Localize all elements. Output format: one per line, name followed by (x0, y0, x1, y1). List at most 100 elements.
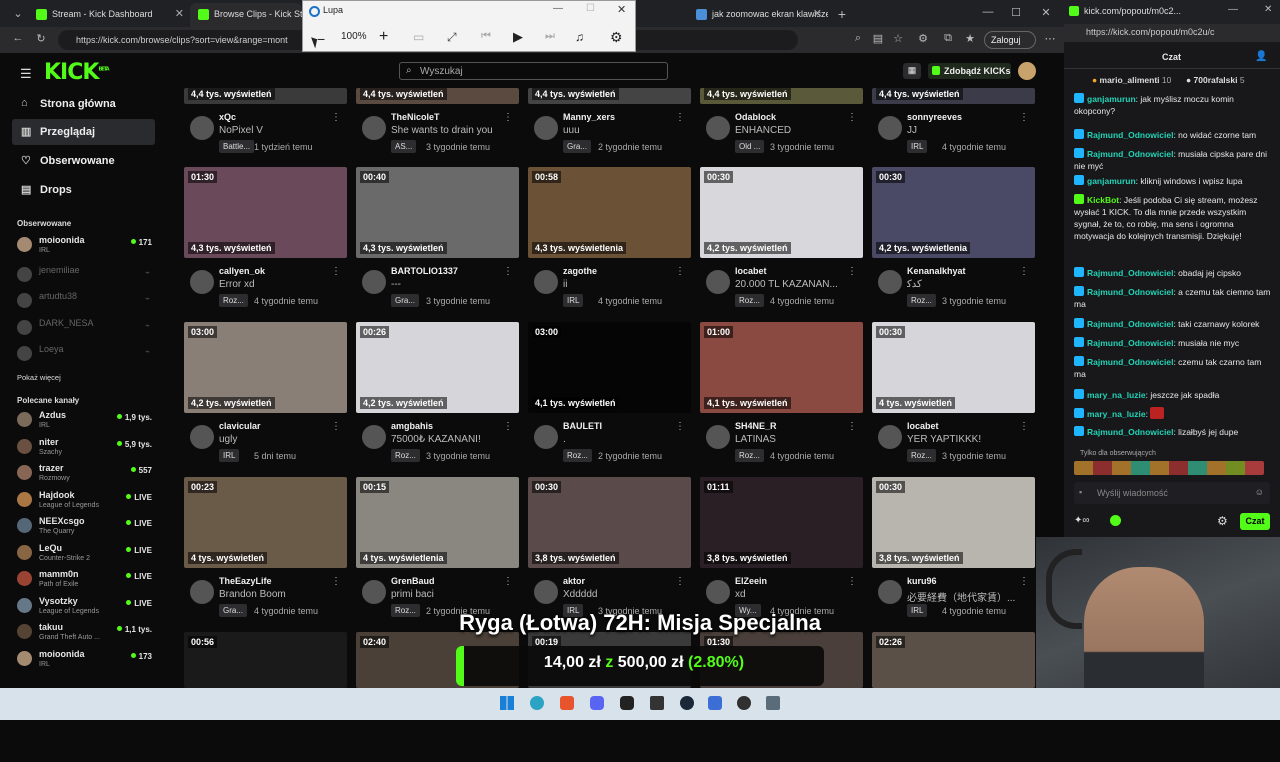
clip-thumbnail[interactable]: 00:30 3,8 tys. wyświetleń (528, 477, 691, 568)
clip-channel-name[interactable]: Odablock (735, 112, 776, 122)
clip-channel-name[interactable]: kuru96 (907, 576, 937, 586)
clip-thumbnail[interactable]: 4,4 tys. wyświetleń (872, 88, 1035, 104)
clip-channel-name[interactable]: xQc (219, 112, 236, 122)
clip-title[interactable]: Brandon Boom (219, 589, 339, 600)
reload-icon[interactable]: ↻ (33, 32, 49, 48)
send-chat-button[interactable]: Czat (1240, 513, 1270, 530)
chat-username[interactable]: ganjamurun (1087, 176, 1136, 186)
avatar[interactable] (878, 116, 902, 140)
discord-icon[interactable] (590, 696, 604, 710)
nav-drops[interactable]: ▤ Drops (12, 177, 155, 203)
clip-channel-name[interactable]: zagothe (563, 266, 597, 276)
clip-category[interactable]: Gra... (391, 294, 420, 307)
clip-title[interactable]: --- (391, 279, 511, 290)
followed-channel[interactable]: DARK_NESA ⌁ (17, 318, 152, 342)
clip-title[interactable]: LATINAS (735, 434, 855, 445)
avatar[interactable] (362, 425, 386, 449)
clip-thumbnail[interactable]: 00:56 (184, 632, 347, 688)
clip-title[interactable]: 必要経費（地代家賃）... (907, 589, 1027, 604)
more-options-icon[interactable]: ⋮ (331, 112, 341, 123)
clip-title[interactable]: NoPixel V (219, 125, 339, 136)
clip-thumbnail[interactable]: 00:23 4 tys. wyświetleń (184, 477, 347, 568)
clip-thumbnail[interactable]: 00:30 4,2 tys. wyświetlenia (872, 167, 1035, 258)
more-options-icon[interactable]: ⋮ (847, 576, 857, 587)
clip-card[interactable]: 01:00 4,1 tys. wyświetleń SH4NE_R ⋮ LATINAS R… (700, 322, 863, 462)
chat-url[interactable]: https://kick.com/popout/m0c2u/c (1086, 27, 1215, 37)
clip-card[interactable]: 00:23 4 tys. wyświetleń TheEazyLife ⋮ Brando… (184, 477, 347, 617)
more-options-icon[interactable]: ⋮ (847, 266, 857, 277)
user-avatar[interactable] (1018, 62, 1036, 80)
more-options-icon[interactable]: ⋮ (331, 421, 341, 432)
clip-card[interactable]: 03:00 4,1 tys. wyświetleń BAULETI ⋮. Roz... 2… (528, 322, 691, 462)
avatar[interactable] (878, 425, 902, 449)
close-icon[interactable]: ✕ (617, 3, 626, 16)
more-options-icon[interactable]: ⋮ (675, 112, 685, 123)
users-icon[interactable]: 👤 (1255, 51, 1267, 62)
search-input[interactable]: ⌕ Wyszukaj (399, 62, 668, 80)
more-menu-icon[interactable]: ⋯ (1042, 32, 1058, 48)
clip-card[interactable]: 00:30 3,8 tys. wyświetleń aktor ⋮ Xddddd IRL 3… (528, 477, 691, 617)
clip-channel-name[interactable]: locabet (735, 266, 767, 276)
clip-channel-name[interactable]: GrenBaud (391, 576, 435, 586)
clip-category[interactable]: IRL (563, 294, 584, 307)
recommended-channel[interactable]: Vysotzky League of Legends LIVE (17, 596, 152, 620)
chat-username[interactable]: Rajmund_Odnowiciel (1087, 268, 1173, 278)
clip-channel-name[interactable]: locabet (907, 421, 939, 431)
minimize-icon[interactable]: — (1228, 4, 1238, 15)
clip-channel-name[interactable]: clavicular (219, 421, 261, 431)
followed-channel[interactable]: jenemiliae ⌁ (17, 265, 152, 289)
clip-thumbnail[interactable]: 00:30 3,8 tys. wyświetleń (872, 477, 1035, 568)
tab-menu-icon[interactable]: ⌄ (10, 7, 26, 23)
avatar[interactable] (190, 116, 214, 140)
chat-username[interactable]: mary_na_luzie (1087, 409, 1146, 419)
clip-title[interactable]: YER YAPTIKKK! (907, 434, 1027, 445)
read-from-here-icon[interactable]: ♫ (575, 30, 584, 44)
avatar[interactable] (878, 580, 902, 604)
chat-username[interactable]: Rajmund_Odnowiciel (1087, 130, 1173, 140)
clip-card[interactable]: 01:30 4,3 tys. wyświetleń callyen_ok ⋮ Error… (184, 167, 347, 307)
more-options-icon[interactable]: ⋮ (675, 266, 685, 277)
more-options-icon[interactable]: ⋮ (847, 112, 857, 123)
more-options-icon[interactable]: ⋮ (1019, 266, 1029, 277)
clip-card[interactable]: 01:11 3,8 tys. wyświetleń ElZeein ⋮ xd Wy... 4… (700, 477, 863, 617)
more-options-icon[interactable]: ⋮ (503, 421, 513, 432)
kick-chat-icon[interactable] (1110, 515, 1121, 526)
favorite-icon[interactable]: ☆ (890, 32, 906, 48)
close-tab-icon[interactable]: ✕ (175, 7, 184, 20)
clip-thumbnail[interactable]: 01:11 3,8 tys. wyświetleń (700, 477, 863, 568)
show-more-link[interactable]: Pokaż więcej (17, 373, 61, 382)
recommended-channel[interactable]: moioonida IRL 173 (17, 649, 152, 673)
kick-logo[interactable]: KICKBETA (44, 60, 110, 85)
clip-category[interactable]: Roz... (391, 604, 420, 617)
clip-title[interactable]: She wants to drain you (391, 125, 511, 136)
obs-icon[interactable] (737, 696, 751, 710)
avatar[interactable] (362, 270, 386, 294)
more-options-icon[interactable]: ⋮ (1019, 421, 1029, 432)
clip-category[interactable]: Roz... (907, 294, 936, 307)
chat-username[interactable]: Rajmund_Odnowiciel (1087, 427, 1173, 437)
avatar[interactable] (706, 116, 730, 140)
recommended-channel[interactable]: Hajdook League of Legends LIVE (17, 490, 152, 514)
chat-username[interactable]: Rajmund_Odnowiciel (1087, 319, 1173, 329)
recommended-channel[interactable]: Azdus IRL 1,9 tys. (17, 410, 152, 434)
more-options-icon[interactable]: ⋮ (331, 266, 341, 277)
minimize-icon[interactable]: — (980, 6, 996, 22)
nav-following[interactable]: ♡ Obserwowane (12, 148, 155, 174)
nav-browse[interactable]: ▥ Przeglądaj (12, 119, 155, 145)
clip-category[interactable]: Roz... (391, 449, 420, 462)
clip-channel-name[interactable]: Kenanalkhyat (907, 266, 966, 276)
clip-thumbnail[interactable]: 00:30 4,2 tys. wyświetleń (700, 167, 863, 258)
clip-title[interactable]: . (563, 434, 683, 445)
clip-category[interactable]: Gra... (563, 140, 592, 153)
collections-icon[interactable]: ⧉ (940, 32, 956, 48)
clip-card[interactable]: 00:40 4,3 tys. wyświetleń BARTOLIO1337 ⋮ ---… (356, 167, 519, 307)
recommended-channel[interactable]: takuu Grand Theft Auto ... 1,1 tys. (17, 622, 152, 646)
clip-title[interactable]: JJ (907, 125, 1027, 136)
clip-card[interactable]: 03:00 4,2 tys. wyświetleń clavicular ⋮ ugly I… (184, 322, 347, 462)
clip-thumbnail[interactable]: 03:00 4,2 tys. wyświetleń (184, 322, 347, 413)
clip-title[interactable]: xd (735, 589, 855, 600)
clip-thumbnail[interactable]: 4,4 tys. wyświetleń (356, 88, 519, 104)
play-icon[interactable]: ▶ (513, 29, 523, 45)
avatar[interactable] (362, 116, 386, 140)
more-options-icon[interactable]: ⋮ (847, 421, 857, 432)
